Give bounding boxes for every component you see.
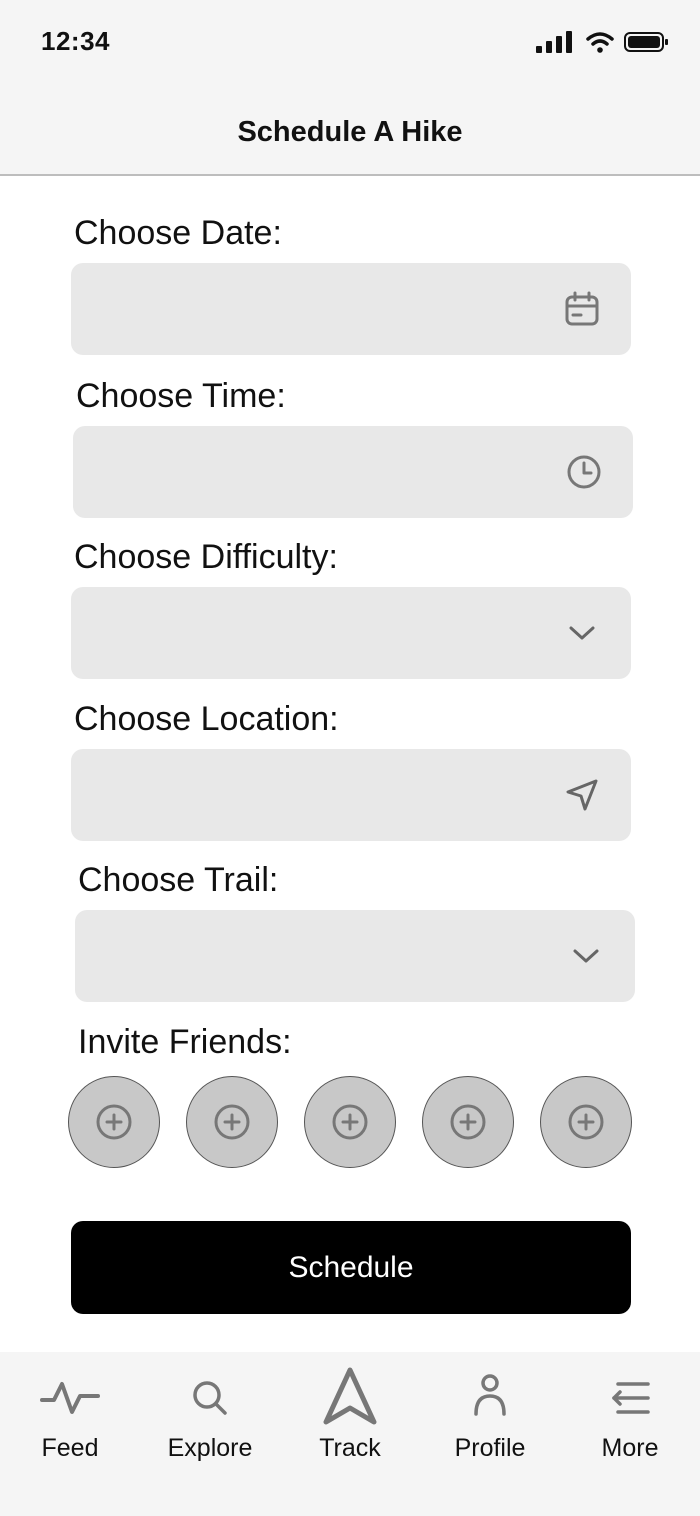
tab-label: Profile (454, 1434, 526, 1462)
add-circle-icon (214, 1104, 250, 1140)
invite-friend-slot[interactable] (422, 1076, 514, 1168)
add-circle-icon (96, 1104, 132, 1140)
battery-icon (624, 32, 668, 52)
chevron-down-icon (569, 626, 595, 640)
trail-select[interactable] (75, 910, 635, 1002)
invite-friend-slot[interactable] (540, 1076, 632, 1168)
add-circle-icon (332, 1104, 368, 1140)
status-bar: 12:34 (0, 0, 700, 88)
tab-label: Explore (167, 1434, 253, 1462)
tab-label: More (601, 1434, 659, 1462)
difficulty-label: Choose Difficulty: (74, 538, 338, 576)
calendar-icon (565, 291, 599, 326)
date-label: Choose Date: (74, 214, 282, 252)
time-label: Choose Time: (76, 377, 286, 415)
page-title: Schedule A Hike (237, 116, 463, 148)
status-icons (536, 30, 670, 54)
tab-bar: Feed Explore Track Profile More (0, 1352, 700, 1516)
tab-profile[interactable]: Profile (420, 1352, 560, 1482)
invite-friend-slot[interactable] (68, 1076, 160, 1168)
invite-friend-slot[interactable] (304, 1076, 396, 1168)
schedule-button[interactable]: Schedule (71, 1221, 631, 1314)
tab-more[interactable]: More (560, 1352, 700, 1482)
tab-feed[interactable]: Feed (0, 1352, 140, 1482)
difficulty-select[interactable] (71, 587, 631, 679)
invite-friend-slot[interactable] (186, 1076, 278, 1168)
add-circle-icon (568, 1104, 604, 1140)
tab-label: Feed (41, 1434, 99, 1462)
invite-friends-label: Invite Friends: (78, 1023, 292, 1061)
menu-lines-icon (612, 1382, 650, 1414)
add-circle-icon (450, 1104, 486, 1140)
location-arrow-icon (566, 779, 598, 811)
friends-row (68, 1076, 634, 1170)
date-field[interactable] (71, 263, 631, 355)
activity-pulse-icon (40, 1382, 100, 1414)
navigation-arrow-icon (323, 1367, 377, 1425)
tab-track[interactable]: Track (280, 1352, 420, 1482)
clock-icon (567, 455, 601, 489)
person-icon (474, 1374, 506, 1416)
nav-header: Schedule A Hike (0, 88, 700, 176)
tab-explore[interactable]: Explore (140, 1352, 280, 1482)
tab-label: Track (319, 1434, 381, 1462)
chevron-down-icon (573, 949, 599, 963)
location-label: Choose Location: (74, 700, 339, 738)
location-field[interactable] (71, 749, 631, 841)
trail-label: Choose Trail: (78, 861, 279, 899)
search-icon (193, 1381, 227, 1415)
time-field[interactable] (73, 426, 633, 518)
status-time: 12:34 (41, 26, 110, 56)
wifi-icon (586, 32, 614, 53)
signal-icon (536, 31, 572, 53)
